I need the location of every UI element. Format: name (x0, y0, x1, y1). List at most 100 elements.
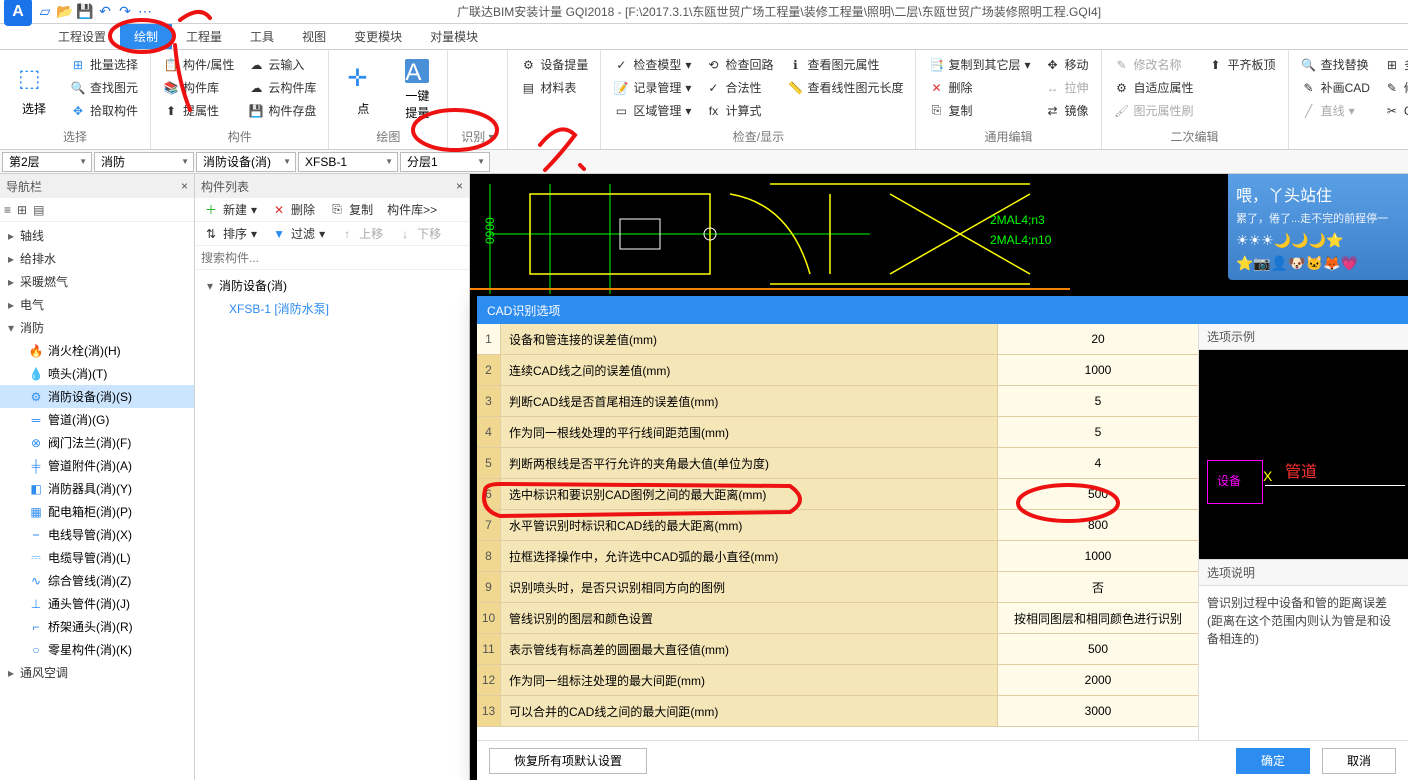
nav-child[interactable]: ◧消防器具(消)(Y) (0, 477, 194, 500)
option-row[interactable]: 9识别喷头时，是否只识别相同方向的图例否 (477, 572, 1198, 603)
more-icon[interactable]: ⋯ (136, 3, 154, 21)
group-recognize-label[interactable]: 识别 ▾ (456, 128, 499, 145)
nav-child[interactable]: ○零星构件(消)(K) (0, 638, 194, 661)
component-props-button[interactable]: 📋构件/属性 (159, 54, 238, 75)
nav-child[interactable]: 💧喷头(消)(T) (0, 362, 194, 385)
restore-defaults-button[interactable]: 恢复所有项默认设置 (489, 748, 647, 774)
break-cad-button[interactable]: ✂CAD线打断 ▾ (1380, 100, 1408, 121)
extract-qty-button[interactable]: A一键提量 (395, 54, 439, 126)
pick-component-button[interactable]: ✥拾取构件 (66, 100, 142, 121)
nav-child[interactable]: ⊥通头管件(消)(J) (0, 592, 194, 615)
align-top-button[interactable]: ⬆平齐板顶 (1204, 54, 1280, 75)
legality-button[interactable]: ✓合法性 (701, 77, 777, 98)
major-dropdown[interactable]: 消防 (94, 152, 194, 172)
batch-select-button[interactable]: ⊞批量选择 (66, 54, 142, 75)
menu-view[interactable]: 视图 (288, 24, 340, 49)
cloud-lib-button[interactable]: ☁云构件库 (244, 77, 320, 98)
option-row[interactable]: 4作为同一根线处理的平行线间距范围(mm)5 (477, 417, 1198, 448)
select-button[interactable]: ⬚选择 (8, 54, 60, 126)
comp-lib-button[interactable]: 构件库>> (383, 199, 441, 220)
copy-button[interactable]: ⎘复制 (924, 100, 1034, 121)
menu-draw[interactable]: 绘制 (120, 24, 172, 49)
new-icon[interactable]: ▱ (36, 3, 54, 21)
del-comp-button[interactable]: ✕删除 (267, 199, 319, 220)
option-row[interactable]: 11表示管线有标高差的圆圈最大直径值(mm)500 (477, 634, 1198, 665)
notification[interactable]: 喂，丫头站住 累了，倦了...走不完的前程停一 ☀☀☀🌙🌙🌙⭐ ⭐📷👤🐶🐱🦊💗 (1228, 174, 1408, 280)
option-value[interactable]: 800 (998, 510, 1198, 540)
nav-item[interactable]: ▸通风空调 (0, 661, 194, 684)
option-value[interactable]: 按相同图层和相同颜色进行识别 (998, 603, 1198, 633)
option-row[interactable]: 7水平管识别时标识和CAD线的最大距离(mm)800 (477, 510, 1198, 541)
cloud-input-button[interactable]: ☁云输入 (244, 54, 320, 75)
complist-close-icon[interactable]: × (456, 179, 463, 193)
open-icon[interactable]: 📂 (56, 3, 74, 21)
menu-compare[interactable]: 对量模块 (416, 24, 492, 49)
type-dropdown[interactable]: 消防设备(消) (196, 152, 296, 172)
option-value[interactable]: 否 (998, 572, 1198, 602)
nav-item[interactable]: ▸采暖燃气 (0, 270, 194, 293)
nav-tool-1[interactable]: ≡ (4, 203, 11, 217)
option-row[interactable]: 2连续CAD线之间的误差值(mm)1000 (477, 355, 1198, 386)
menu-change[interactable]: 变更模块 (340, 24, 416, 49)
find-replace-button[interactable]: 🔍查找替换 (1297, 54, 1374, 75)
nav-child[interactable]: ⎯电线导管(消)(X) (0, 523, 194, 546)
option-value[interactable]: 500 (998, 479, 1198, 509)
option-value[interactable]: 500 (998, 634, 1198, 664)
option-value[interactable]: 1000 (998, 355, 1198, 385)
option-row[interactable]: 5判断两根线是否平行允许的夹角最大值(单位为度)4 (477, 448, 1198, 479)
stretch-button[interactable]: ↔拉伸 (1041, 77, 1093, 98)
option-row[interactable]: 13可以合并的CAD线之间的最大间距(mm)3000 (477, 696, 1198, 727)
option-value[interactable]: 5 (998, 417, 1198, 447)
option-row[interactable]: 10管线识别的图层和颜色设置按相同图层和相同颜色进行识别 (477, 603, 1198, 634)
floor-dropdown[interactable]: 第2层 (2, 152, 92, 172)
check-model-button[interactable]: ✓检查模型 ▾ (609, 54, 695, 75)
view-length-button[interactable]: 📏查看线性图元长度 (783, 77, 907, 98)
sort-button[interactable]: ⇅排序 ▾ (199, 223, 261, 244)
comp-item[interactable]: XFSB-1 [消防水泵] (199, 297, 465, 320)
record-mgmt-button[interactable]: 📝记录管理 ▾ (609, 77, 695, 98)
check-circuit-button[interactable]: ⟲检查回路 (701, 54, 777, 75)
nav-child[interactable]: ╪管道附件(消)(A) (0, 454, 194, 477)
pin-icon[interactable]: × (181, 179, 188, 193)
material-table-button[interactable]: ▤材料表 (516, 77, 592, 98)
menu-project[interactable]: 工程设置 (44, 24, 120, 49)
option-row[interactable]: 12作为同一组标注处理的最大间距(mm)2000 (477, 665, 1198, 696)
view-props-button[interactable]: ℹ查看图元属性 (783, 54, 907, 75)
option-value[interactable]: 1000 (998, 541, 1198, 571)
rename-button[interactable]: ✎修改名称 (1110, 54, 1198, 75)
new-comp-button[interactable]: ＋新建 ▾ (199, 199, 261, 220)
move-button[interactable]: ✥移动 (1041, 54, 1093, 75)
comp-root[interactable]: ▾消防设备(消) (199, 274, 465, 297)
adaptive-props-button[interactable]: ⚙自适应属性 (1110, 77, 1198, 98)
option-value[interactable]: 20 (998, 324, 1198, 354)
option-value[interactable]: 4 (998, 448, 1198, 478)
option-row[interactable]: 1设备和管连接的误差值(mm)20 (477, 324, 1198, 355)
component-dropdown[interactable]: XFSB-1 (298, 152, 398, 172)
option-row[interactable]: 8拉框选择操作中，允许选中CAD弧的最小直径(mm)1000 (477, 541, 1198, 572)
search-input[interactable] (195, 246, 469, 270)
region-mgmt-button[interactable]: ▭区域管理 ▾ (609, 100, 695, 121)
nav-child[interactable]: 🔥消火栓(消)(H) (0, 339, 194, 362)
undo-icon[interactable]: ↶ (96, 3, 114, 21)
nav-child[interactable]: ⌐桥架通头(消)(R) (0, 615, 194, 638)
option-row[interactable]: 3判断CAD线是否首尾相连的误差值(mm)5 (477, 386, 1198, 417)
menu-quantity[interactable]: 工程量 (172, 24, 236, 49)
nav-child[interactable]: ⊗阀门法兰(消)(F) (0, 431, 194, 454)
save-icon[interactable]: 💾 (76, 3, 94, 21)
option-value[interactable]: 3000 (998, 696, 1198, 726)
save-component-button[interactable]: 💾构件存盘 (244, 100, 320, 121)
find-element-button[interactable]: 🔍查找图元 (66, 77, 142, 98)
nav-child[interactable]: ═管道(消)(G) (0, 408, 194, 431)
nav-child[interactable]: ⚙消防设备(消)(S) (0, 385, 194, 408)
component-lib-button[interactable]: 📚构件库 (159, 77, 238, 98)
draw-cad-button[interactable]: ✎补画CAD (1297, 77, 1374, 98)
nav-item[interactable]: ▸电气 (0, 293, 194, 316)
copy-to-floor-button[interactable]: 📑复制到其它层 ▾ (924, 54, 1034, 75)
nav-item[interactable]: ▸轴线 (0, 224, 194, 247)
extract-props-button[interactable]: ⬆提属性 (159, 100, 238, 121)
nav-tool-2[interactable]: ⊞ (17, 203, 27, 217)
delete-button[interactable]: ✕删除 (924, 77, 1034, 98)
nav-tool-3[interactable]: ▤ (33, 203, 44, 217)
option-row[interactable]: 6选中标识和要识别CAD图例之间的最大距离(mm)500 (477, 479, 1198, 510)
point-button[interactable]: ✛点 (337, 54, 389, 126)
